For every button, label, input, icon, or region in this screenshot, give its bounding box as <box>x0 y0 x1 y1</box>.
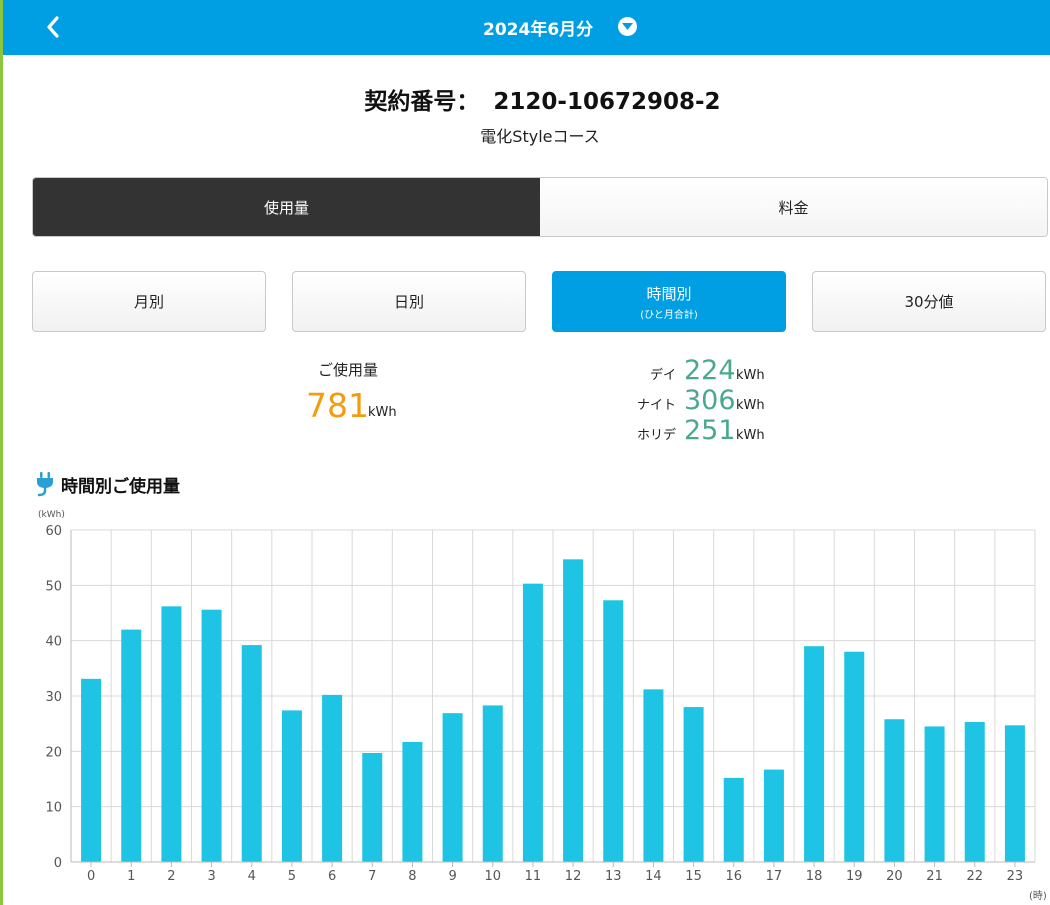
month-title[interactable]: 2024年6月分 <box>483 15 593 40</box>
chevron-left-icon <box>47 16 59 38</box>
tab-hourly[interactable]: 時間別 (ひと月合計) <box>552 271 786 332</box>
x-tick-label: 17 <box>766 869 783 884</box>
chart-section-header: 時間別ご使用量 <box>34 471 180 497</box>
x-tick-label: 18 <box>806 869 823 884</box>
y-tick-label: 0 <box>54 856 62 871</box>
breakdown-holiday-value: 251 <box>684 415 736 446</box>
tab-charge[interactable]: 料金 <box>540 178 1047 236</box>
chart-bar[interactable] <box>763 769 784 862</box>
breakdown-day-value: 224 <box>684 355 736 386</box>
breakdown-night: ナイト 306 kWh <box>600 385 800 417</box>
chart-bar[interactable] <box>804 646 825 862</box>
x-tick-label: 11 <box>525 869 542 884</box>
chart-bar[interactable] <box>884 719 905 862</box>
x-tick-label: 3 <box>207 869 215 884</box>
x-tick-label: 12 <box>565 869 582 884</box>
tab-daily[interactable]: 日別 <box>292 271 526 332</box>
breakdown-holiday-label: ホリデ <box>636 428 676 443</box>
chart-bar[interactable] <box>241 645 262 862</box>
month-dropdown-button[interactable] <box>618 17 637 36</box>
y-tick-label: 10 <box>45 801 62 816</box>
tab-hourly-label: 時間別 <box>646 284 692 303</box>
breakdown-holiday-unit: kWh <box>736 428 765 443</box>
contract-label: 契約番号： <box>364 89 480 115</box>
x-tick-label: 2 <box>167 869 175 884</box>
breakdown-holiday: ホリデ 251 kWh <box>600 415 800 447</box>
chart-bar[interactable] <box>924 726 945 862</box>
x-tick-label: 15 <box>685 869 702 884</box>
x-tick-label: 9 <box>448 869 456 884</box>
tab-30min[interactable]: 30分値 <box>812 271 1046 332</box>
breakdown-day: デイ 224 kWh <box>600 355 800 387</box>
tab-usage[interactable]: 使用量 <box>33 178 540 236</box>
contract-number: 契約番号： 2120-10672908-2 <box>0 82 1050 116</box>
chart-bar[interactable] <box>683 707 704 862</box>
chart-bar[interactable] <box>402 741 423 862</box>
chart-bar[interactable] <box>844 651 865 862</box>
tab-hourly-sublabel: (ひと月合計) <box>640 309 698 321</box>
y-tick-label: 60 <box>45 524 62 539</box>
chart-bar[interactable] <box>281 710 302 862</box>
x-tick-label: 13 <box>605 869 622 884</box>
x-tick-label: 0 <box>87 869 95 884</box>
chart-bar[interactable] <box>482 705 503 862</box>
y-tick-label: 20 <box>45 745 62 760</box>
plug-icon <box>37 472 53 497</box>
chart-bar[interactable] <box>723 777 744 862</box>
chart-bar[interactable] <box>362 752 383 862</box>
chart-bar[interactable] <box>603 600 624 862</box>
breakdown-night-unit: kWh <box>736 398 765 413</box>
x-tick-label: 10 <box>484 869 501 884</box>
mode-tabs: 使用量 料金 <box>32 177 1048 237</box>
x-tick-label: 19 <box>846 869 863 884</box>
chart-bar[interactable] <box>322 694 343 862</box>
breakdown-night-value: 306 <box>684 385 736 416</box>
chart-bar[interactable] <box>1004 725 1025 862</box>
x-tick-label: 8 <box>408 869 416 884</box>
tab-30min-label: 30分値 <box>904 293 954 311</box>
x-tick-label: 14 <box>645 869 662 884</box>
chart-title: 時間別ご使用量 <box>61 476 180 497</box>
x-tick-label: 22 <box>966 869 983 884</box>
chart-bar[interactable] <box>522 583 543 862</box>
breakdown-night-label: ナイト <box>636 398 676 413</box>
y-tick-label: 30 <box>45 690 62 705</box>
chart-bar[interactable] <box>442 713 463 862</box>
hourly-usage-chart: 01020304050600 1 2 3 4 5 6 7 8 9 10 11 12 13 14 15 16 17 1… <box>38 510 1047 902</box>
back-button[interactable] <box>39 12 69 42</box>
chart-bar[interactable] <box>201 609 222 862</box>
x-axis-unit-label: (時) <box>1029 890 1047 902</box>
usage-unit: kWh <box>368 405 397 420</box>
x-tick-label: 7 <box>368 869 376 884</box>
chart-bar[interactable] <box>121 629 142 862</box>
x-tick-label: 21 <box>926 869 943 884</box>
chart-bar[interactable] <box>161 606 182 862</box>
chart-bar[interactable] <box>643 689 664 862</box>
x-tick-label: 16 <box>725 869 742 884</box>
tab-monthly-label: 月別 <box>133 293 164 311</box>
x-tick-label: 6 <box>328 869 336 884</box>
y-axis-unit-label: (kWh) <box>38 510 65 520</box>
chart-bar[interactable] <box>81 678 102 862</box>
y-tick-label: 50 <box>45 579 62 594</box>
x-tick-label: 23 <box>1007 869 1024 884</box>
tab-daily-label: 日別 <box>393 293 424 311</box>
x-tick-label: 5 <box>288 869 296 884</box>
chevron-down-circle-icon <box>622 23 633 30</box>
breakdown-day-unit: kWh <box>736 368 765 383</box>
y-tick-label: 40 <box>45 635 62 650</box>
usage-label: ご使用量 <box>318 361 379 379</box>
tab-monthly[interactable]: 月別 <box>32 271 266 332</box>
breakdown-day-label: デイ <box>649 368 676 383</box>
contract-number-value: 2120-10672908-2 <box>493 89 721 115</box>
header-bar: 2024年6月分 <box>3 0 1050 55</box>
x-tick-label: 1 <box>127 869 135 884</box>
x-tick-label: 20 <box>886 869 903 884</box>
x-tick-label: 4 <box>248 869 256 884</box>
course-name: 電化Styleコース <box>480 127 600 146</box>
chart-bar[interactable] <box>563 559 584 862</box>
chart-bar[interactable] <box>964 722 985 862</box>
usage-total-value: 781 <box>306 386 369 425</box>
